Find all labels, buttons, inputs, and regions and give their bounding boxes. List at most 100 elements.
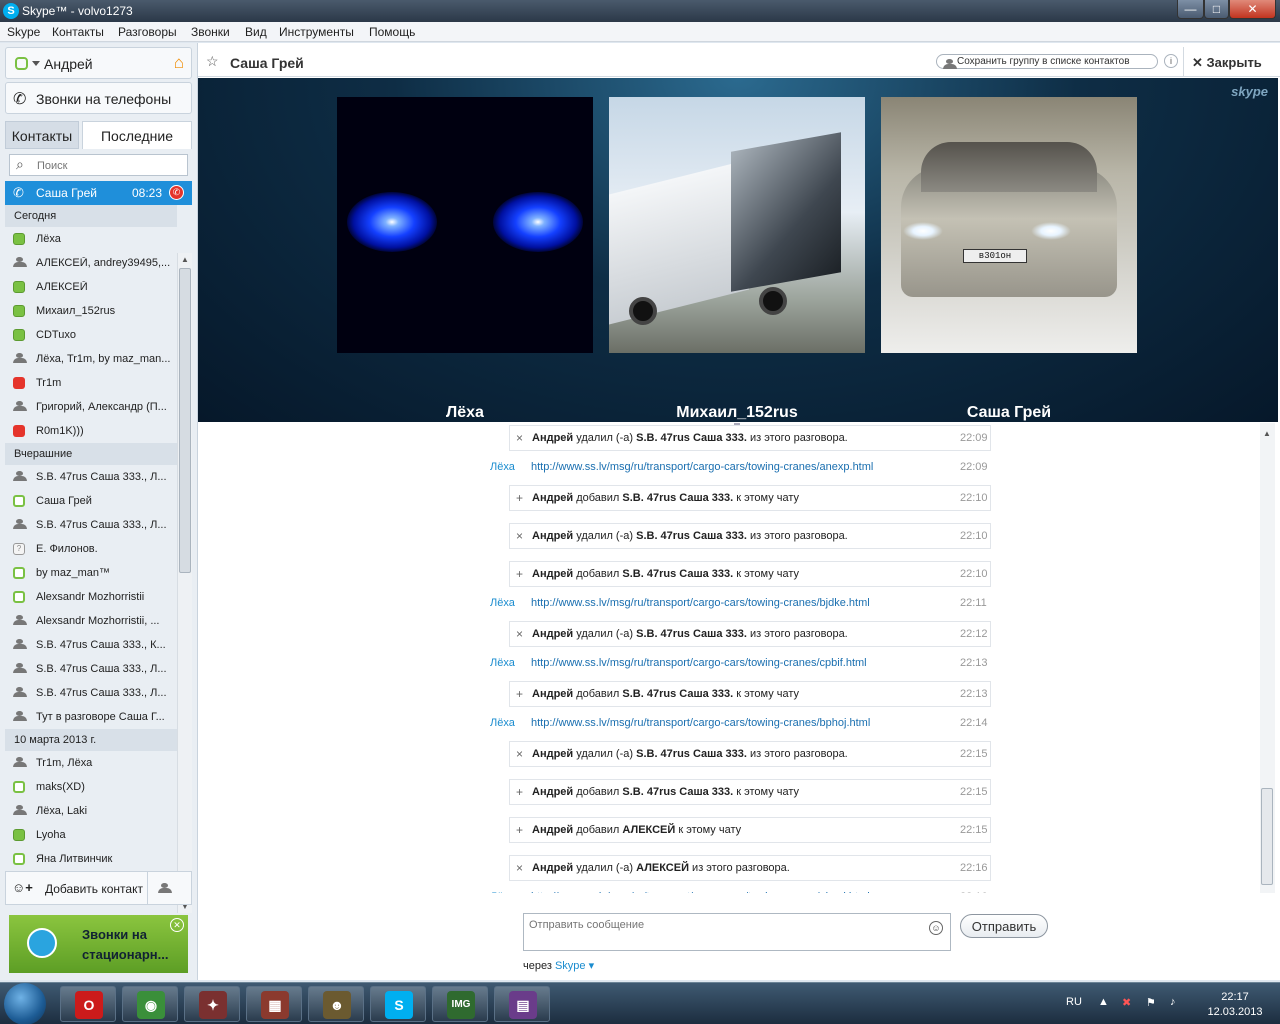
taskbar-app-chrome[interactable]: ◉ <box>122 986 178 1022</box>
contact-item[interactable]: Лёха, Tr1m, by maz_man... <box>5 347 177 371</box>
chat-scrollbar[interactable]: ▲ <box>1260 423 1275 893</box>
contact-item[interactable]: S.B. 47rus Саша 333., Л... <box>5 657 177 681</box>
contact-item[interactable]: Лёха, Laki <box>5 799 177 823</box>
add-contact-button[interactable]: Добавить контакт <box>45 882 143 896</box>
tab-recent[interactable]: Последние <box>82 121 192 149</box>
network-icon[interactable]: ✖ <box>1122 996 1131 1009</box>
scrollbar-thumb[interactable] <box>179 268 191 573</box>
contact-item[interactable]: Alexsandr Mozhorristii, ... <box>5 609 177 633</box>
message-link[interactable]: http://www.ss.lv/msg/ru/transport/cargo-… <box>531 717 870 729</box>
message-link[interactable]: http://www.ss.lv/msg/ru/transport/cargo-… <box>531 891 870 893</box>
action-center-icon[interactable]: ⚑ <box>1146 996 1156 1009</box>
active-call-item[interactable]: ✆ Саша Грей 08:23 ✆ <box>5 181 192 205</box>
taskbar-app-skype[interactable]: S <box>370 986 426 1022</box>
hang-up-icon[interactable]: ✆ <box>169 185 184 200</box>
contact-item[interactable]: Саша Грей <box>5 489 177 513</box>
info-icon[interactable]: i <box>1164 54 1178 68</box>
menu-tools[interactable]: Инструменты <box>279 25 354 39</box>
status-icon <box>13 829 25 841</box>
home-icon[interactable]: ⌂ <box>174 54 184 71</box>
taskbar-app-avatar[interactable]: ☻ <box>308 986 364 1022</box>
tray-arrow-icon[interactable]: ▲ <box>1098 996 1109 1008</box>
participant-video-2[interactable] <box>609 97 865 353</box>
contact-item[interactable]: S.B. 47rus Саша 333., Л... <box>5 681 177 705</box>
contact-item[interactable]: S.B. 47rus Саша 333., Л... <box>5 465 177 489</box>
contact-item[interactable]: CDTuxo <box>5 323 177 347</box>
scrollbar-thumb[interactable] <box>1261 788 1273 885</box>
tab-contacts[interactable]: Контакты <box>5 121 79 149</box>
star-icon[interactable]: ☆ <box>206 53 219 70</box>
sender-name[interactable]: Лёха <box>490 717 515 729</box>
sender-name[interactable]: Лёха <box>490 891 515 893</box>
participant-video-3[interactable]: в301он <box>881 97 1137 353</box>
add-contact-icon[interactable]: ☺+ <box>12 880 33 895</box>
message-input[interactable] <box>529 919 919 947</box>
menu-contacts[interactable]: Контакты <box>52 25 104 39</box>
emoticon-icon[interactable]: ☺ <box>929 921 943 935</box>
contact-item[interactable]: Михаил_152rus <box>5 299 177 323</box>
contact-item[interactable]: Tr1m, Лёха <box>5 751 177 775</box>
search-input[interactable] <box>37 158 182 173</box>
contact-item[interactable]: maks(XD) <box>5 775 177 799</box>
promo-banner[interactable]: Звонки на стационарн... ✕ <box>9 915 188 973</box>
taskbar-app-archive[interactable]: ▦ <box>246 986 302 1022</box>
menu-help[interactable]: Помощь <box>369 25 415 39</box>
sender-name[interactable]: Лёха <box>490 597 515 609</box>
sender-name[interactable]: Лёха <box>490 657 515 669</box>
truck-wheel <box>629 297 657 325</box>
save-group-button[interactable]: Сохранить группу в списке контактов <box>936 54 1158 69</box>
taskbar-app-winrar[interactable]: ▤ <box>494 986 550 1022</box>
contact-name: S.B. 47rus Саша 333., Л... <box>36 687 167 699</box>
contact-name: Саша Грей <box>36 495 92 507</box>
phone-calls-button[interactable]: ✆ Звонки на телефоны <box>5 82 192 114</box>
contacts-scrollbar[interactable]: ▲ ▼ <box>177 253 192 913</box>
contact-item[interactable]: Григорий, Александр (П... <box>5 395 177 419</box>
contact-item[interactable]: Лёха <box>5 227 177 251</box>
message-link[interactable]: http://www.ss.lv/msg/ru/transport/cargo-… <box>531 597 870 609</box>
group-icon <box>943 59 957 69</box>
contact-item[interactable]: ? Е. Филонов. <box>5 537 177 561</box>
taskbar-app-game[interactable]: ✦ <box>184 986 240 1022</box>
message-time: 22:15 <box>960 748 988 760</box>
message-link[interactable]: http://www.ss.lv/msg/ru/transport/cargo-… <box>531 461 873 473</box>
send-button[interactable]: Отправить <box>960 914 1048 938</box>
menu-conversations[interactable]: Разговоры <box>118 25 177 39</box>
contact-item[interactable]: S.B. 47rus Саша 333., К... <box>5 633 177 657</box>
taskbar-app-opera[interactable]: O <box>60 986 116 1022</box>
via-service-dropdown[interactable]: Skype ▾ <box>555 960 594 972</box>
contact-item[interactable]: by maz_man™ <box>5 561 177 585</box>
menu-calls[interactable]: Звонки <box>191 25 230 39</box>
contact-item[interactable]: Тут в разговоре Саша Г... <box>5 705 177 729</box>
message-link[interactable]: http://www.ss.lv/msg/ru/transport/cargo-… <box>531 657 867 669</box>
sender-name[interactable]: Лёха <box>490 461 515 473</box>
system-event-message: × Андрей удалил (-а) S.B. 47rus Саша 333.… <box>509 425 991 451</box>
maximize-button[interactable]: □ <box>1204 0 1229 19</box>
clock[interactable]: 22:17 12.03.2013 <box>1200 990 1270 1020</box>
menu-view[interactable]: Вид <box>245 25 267 39</box>
close-conversation-button[interactable]: ✕ Закрыть <box>1192 55 1262 71</box>
chat-history: ▲ × Андрей удалил (-а) S.B. 47rus Саша 33… <box>198 423 1278 893</box>
close-window-button[interactable]: ✕ <box>1229 0 1276 19</box>
start-button[interactable] <box>4 983 46 1024</box>
account-selector[interactable]: Андрей ⌂ <box>5 47 192 79</box>
minimize-button[interactable]: — <box>1177 0 1204 19</box>
participant-video-1[interactable] <box>337 97 593 353</box>
scroll-up-icon[interactable]: ▲ <box>181 255 189 264</box>
status-icon: ? <box>13 543 25 555</box>
language-indicator[interactable]: RU <box>1066 996 1082 1008</box>
taskbar-app-imged[interactable]: IMG <box>432 986 488 1022</box>
contact-item[interactable]: R0m1K))) <box>5 419 177 443</box>
contact-item[interactable]: АЛЕКСЕЙ <box>5 275 177 299</box>
contact-item[interactable]: S.B. 47rus Саша 333., Л... <box>5 513 177 537</box>
contact-item[interactable]: АЛЕКСЕЙ, andrey39495,... <box>5 251 177 275</box>
create-group-icon[interactable] <box>158 882 172 896</box>
contact-item[interactable]: Яна Литвинчик <box>5 847 177 865</box>
scroll-up-icon[interactable]: ▲ <box>1263 429 1271 438</box>
close-icon[interactable]: ✕ <box>170 918 184 932</box>
menu-skype[interactable]: Skype <box>7 25 40 39</box>
contact-item[interactable]: Lyoha <box>5 823 177 847</box>
message-time: 22:15 <box>960 824 988 836</box>
contact-item[interactable]: Alexsandr Mozhorristii <box>5 585 177 609</box>
contact-item[interactable]: Tr1m <box>5 371 177 395</box>
volume-icon[interactable]: ♪ <box>1170 996 1176 1008</box>
